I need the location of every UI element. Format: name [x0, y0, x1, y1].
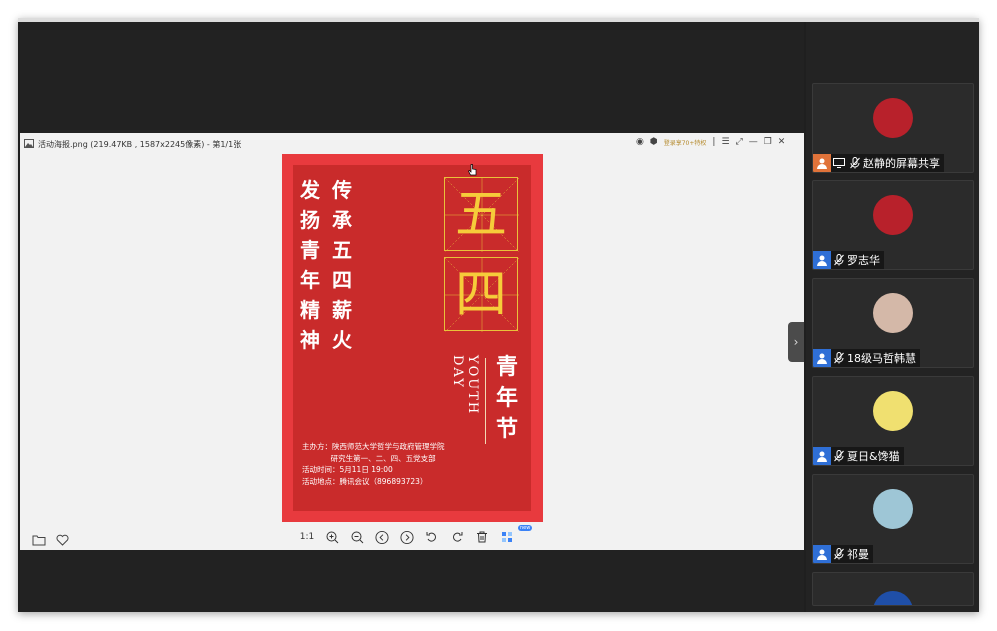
poster-info-line: 活动地点：腾讯会议（896893723）	[302, 476, 428, 486]
viewer-left-actions	[32, 531, 69, 550]
poster-slogan-right: 传 承 五 四 薪 火	[330, 175, 354, 355]
avatar	[873, 98, 913, 138]
big-char-wu: 五	[454, 185, 507, 245]
avatar	[873, 591, 913, 605]
poster-divider	[485, 358, 486, 444]
poster-big-char-bottom: 四	[444, 257, 519, 332]
mic-muted-icon	[831, 349, 847, 367]
participant-name: 祁曼	[847, 548, 869, 561]
poster-char: 精	[300, 298, 320, 322]
poster-title-vertical: 青 年 节	[494, 352, 520, 445]
mic-muted-icon	[847, 154, 863, 172]
poster-char: 薪	[332, 298, 352, 322]
participant-namebar: 18级马哲韩慧	[813, 349, 920, 367]
menu-icon[interactable]: ☰	[721, 137, 729, 147]
poster-char: 传	[332, 178, 352, 202]
participant-namebar: 夏日&馋猫	[813, 447, 904, 465]
viewer-toolbar: 1:1	[300, 530, 514, 544]
viewer-filename: 活动海报.png (219.47KB , 1587x2245像素) - 第1/1…	[38, 139, 242, 149]
separator: |	[712, 137, 716, 147]
screen-share-icon	[831, 154, 847, 172]
participant-tile[interactable]: 赵静的屏幕共享	[812, 83, 974, 173]
participant-name: 罗志华	[847, 254, 880, 267]
avatar	[873, 489, 913, 529]
avatar	[873, 293, 913, 333]
poster-youth-day: YOUTH DAY	[450, 355, 480, 416]
minimize-icon[interactable]: —	[749, 137, 758, 147]
participant-name: 赵静的屏幕共享	[863, 157, 940, 170]
big-char-si: 四	[454, 265, 507, 325]
vip-badge[interactable]: 登录享70+特权	[664, 138, 707, 147]
participant-tile[interactable]: 祁曼	[812, 474, 974, 564]
participant-name: 18级马哲韩慧	[847, 352, 916, 365]
image-icon	[24, 138, 34, 150]
poster-char: 承	[332, 208, 352, 232]
rotate-right-icon[interactable]	[450, 530, 464, 544]
participant-name: 夏日&馋猫	[847, 450, 900, 463]
zoom-out-icon[interactable]	[350, 530, 364, 544]
more-apps-icon[interactable]	[500, 530, 514, 544]
crown-icon[interactable]: ⬢	[650, 137, 658, 147]
mic-muted-icon	[831, 545, 847, 563]
participant-namebar: 赵静的屏幕共享	[813, 154, 944, 172]
participant-namebar: 祁曼	[813, 545, 873, 563]
participant-namebar: 罗志华	[813, 251, 884, 269]
close-icon[interactable]: ✕	[778, 137, 786, 147]
mouse-hand-cursor-icon	[468, 164, 477, 176]
poster-char: 神	[300, 328, 320, 352]
poster-char: 五	[332, 238, 352, 262]
poster-slogan-left: 发 扬 青 年 精 神	[298, 175, 322, 355]
poster-char: 扬	[300, 208, 320, 232]
poster-char: 节	[495, 416, 518, 442]
heart-icon[interactable]	[56, 531, 69, 550]
mic-muted-icon	[831, 251, 847, 269]
poster-info-line: 研究生第一、二、四、五党支部	[302, 453, 436, 463]
participant-tile[interactable]: 夏日&馋猫	[812, 376, 974, 466]
poster-char: 发	[300, 178, 320, 202]
next-icon[interactable]	[400, 530, 414, 544]
poster-info: 主办方：陕西师范大学哲学与政府管理学院 研究生第一、二、四、五党支部 活动时间：5…	[302, 441, 445, 487]
zoom-in-icon[interactable]	[325, 530, 339, 544]
restore-icon[interactable]: ❐	[764, 137, 772, 147]
rotate-left-icon[interactable]	[425, 530, 439, 544]
viewer-window-controls: ◉ ⬢ 登录享70+特权 | ☰ ⤢ — ❐ ✕	[636, 137, 785, 147]
poster-char: 火	[332, 328, 352, 352]
participant-tile[interactable]: 罗志华	[812, 180, 974, 270]
poster-char: 年	[495, 385, 518, 411]
poster-char: 青	[495, 354, 518, 380]
new-badge: new	[518, 525, 533, 531]
viewer-title-bar: 活动海报.png (219.47KB , 1587x2245像素) - 第1/1…	[24, 138, 241, 150]
actual-size-button[interactable]: 1:1	[300, 530, 314, 544]
poster-char: 年	[300, 268, 320, 292]
sidebar-toggle-button[interactable]: ›	[788, 322, 804, 362]
poster-big-char-top: 五	[444, 177, 519, 252]
person-icon	[813, 447, 831, 465]
folder-icon[interactable]	[32, 531, 46, 550]
person-icon	[813, 349, 831, 367]
poster-info-line: 主办方：陕西师范大学哲学与政府管理学院	[302, 442, 445, 451]
poster-char: 青	[300, 238, 320, 262]
avatar	[873, 195, 913, 235]
person-icon	[813, 251, 831, 269]
participant-tile[interactable]: 18级马哲韩慧	[812, 278, 974, 368]
person-icon	[813, 154, 831, 172]
mic-muted-icon	[831, 447, 847, 465]
participant-tile[interactable]	[812, 572, 974, 606]
person-icon	[813, 545, 831, 563]
poster-info-line: 活动时间：5月11日 19:00	[302, 465, 393, 474]
fullscreen-icon[interactable]: ⤢	[736, 137, 743, 147]
avatar	[873, 391, 913, 431]
avatar-icon[interactable]: ◉	[636, 137, 644, 147]
delete-icon[interactable]	[475, 530, 489, 544]
previous-icon[interactable]	[375, 530, 389, 544]
chevron-right-icon: ›	[793, 335, 799, 349]
poster-char: 四	[332, 268, 352, 292]
